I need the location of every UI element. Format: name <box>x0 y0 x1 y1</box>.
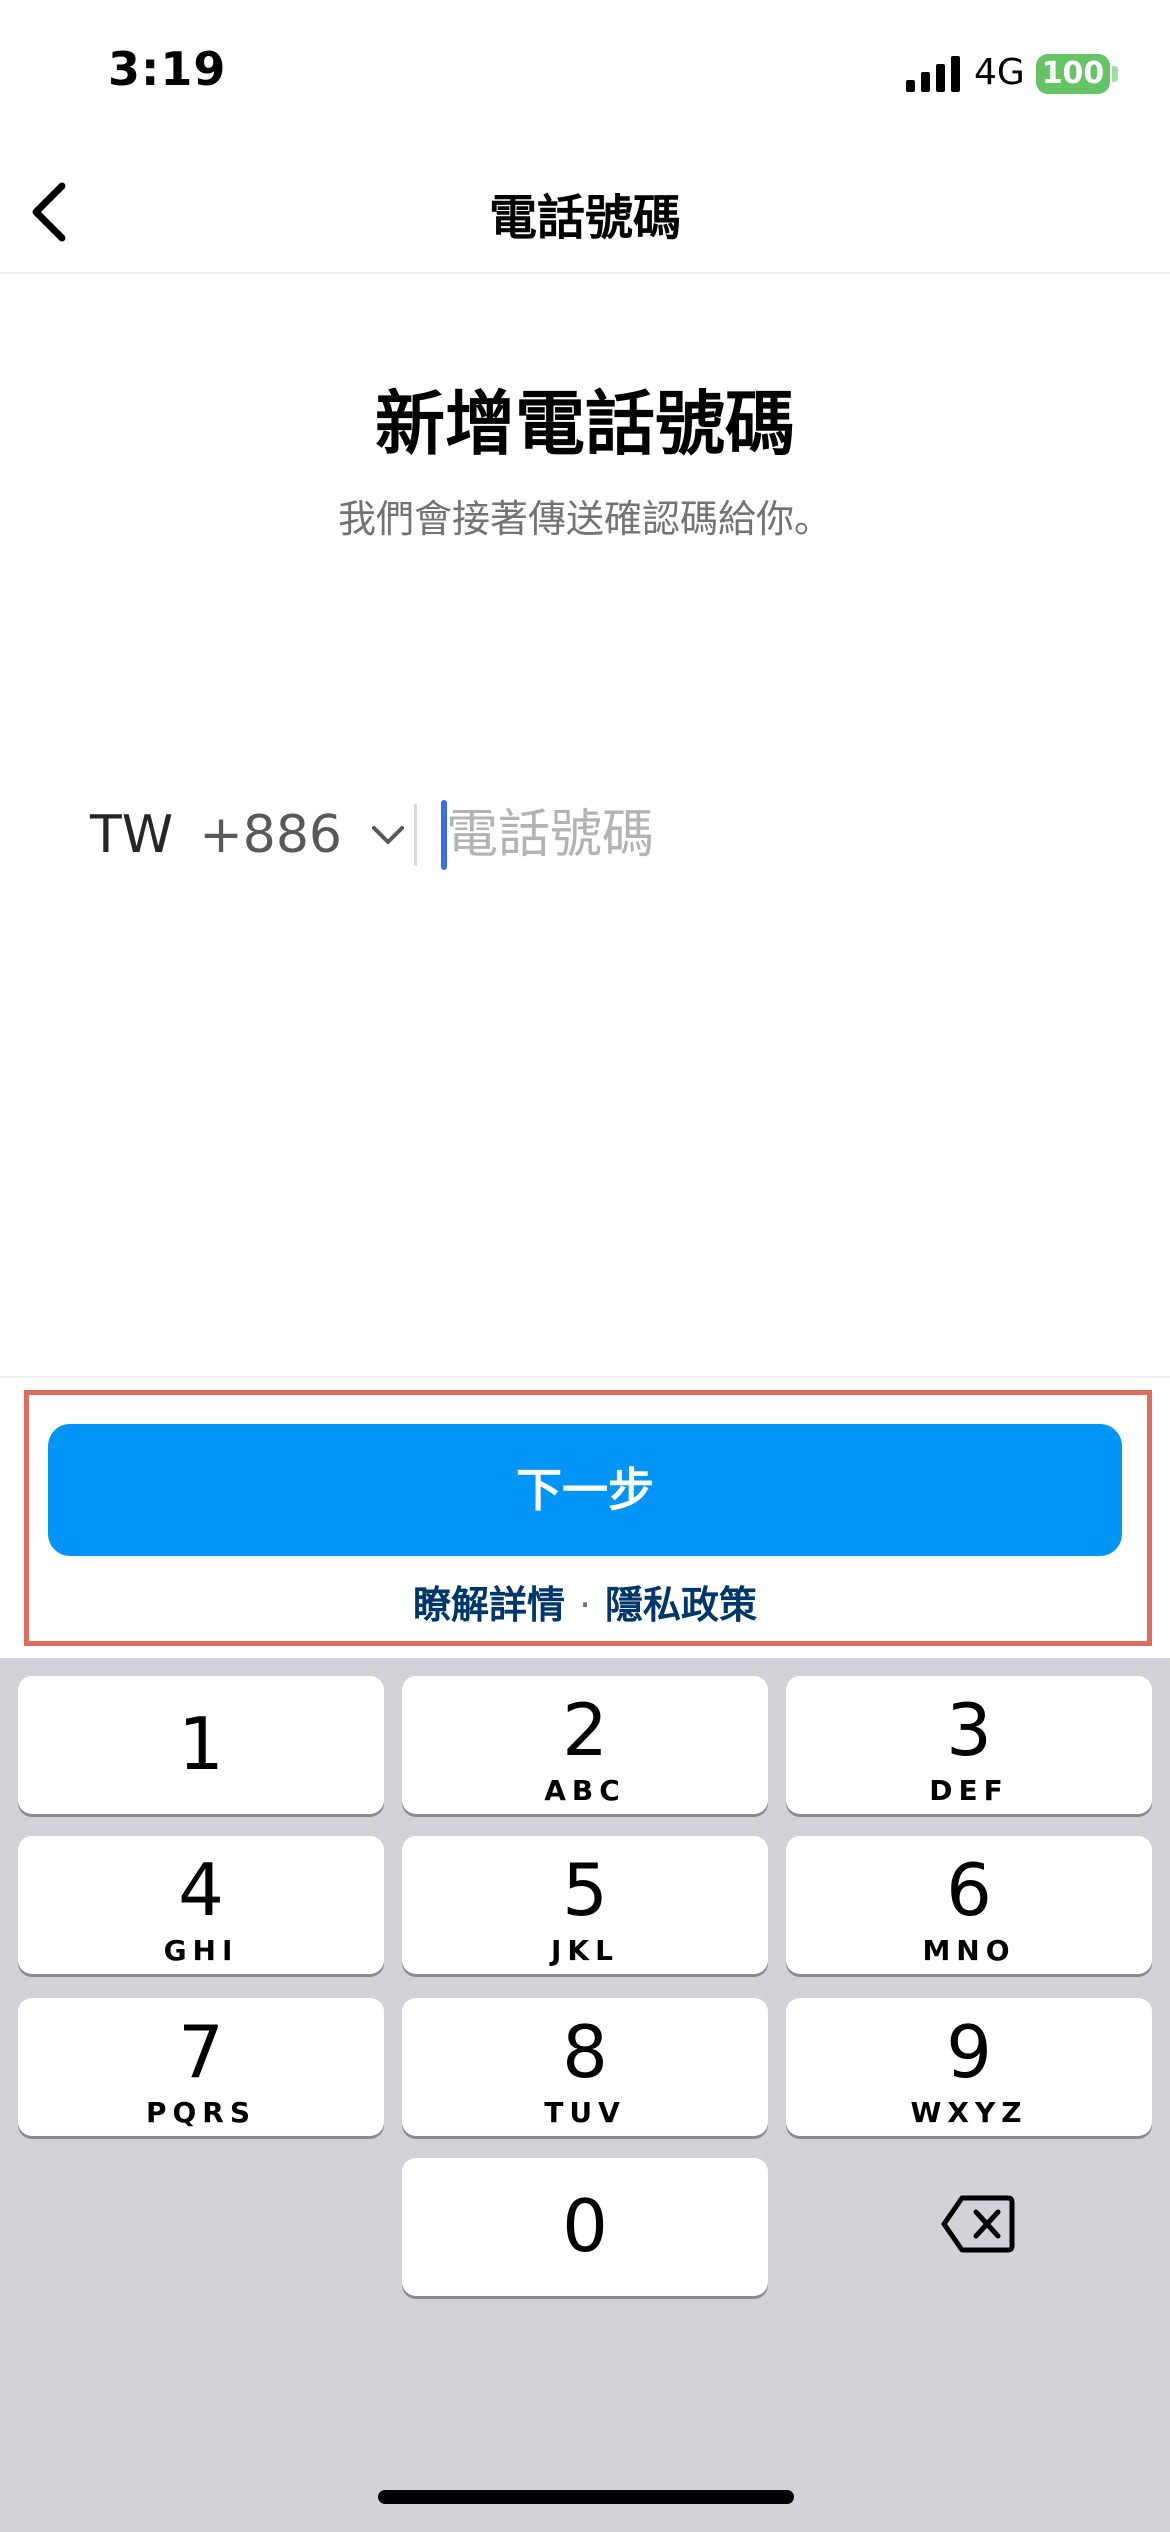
chevron-down-icon <box>372 826 405 844</box>
key-1[interactable]: 1 <box>18 1676 384 1814</box>
key-digit: 8 <box>562 2010 608 2094</box>
key-letters: ABC <box>544 1774 626 1807</box>
signal-icon <box>906 56 960 92</box>
page-heading: 新增電話號碼 <box>375 383 795 465</box>
footer-separator: · <box>578 1583 592 1627</box>
phone-number-input[interactable] <box>446 790 1066 880</box>
key-3[interactable]: 3 DEF <box>786 1676 1152 1814</box>
key-digit: 7 <box>178 2010 224 2094</box>
key-letters: MNO <box>922 1934 1016 1967</box>
key-letters: DEF <box>929 1774 1009 1807</box>
country-label: TW <box>90 805 174 865</box>
key-digit: 3 <box>946 1688 992 1772</box>
country-code: +886 <box>199 805 343 865</box>
key-digit: 9 <box>946 2010 992 2094</box>
learn-more-link[interactable]: 瞭解詳情 <box>413 1583 565 1627</box>
nav-title: 電話號碼 <box>488 190 681 246</box>
key-7[interactable]: 7 PQRS <box>18 1998 384 2136</box>
key-letters: PQRS <box>145 2096 257 2129</box>
key-letters: WXYZ <box>910 2096 1028 2129</box>
key-9[interactable]: 9 WXYZ <box>786 1998 1152 2136</box>
key-digit: 2 <box>562 1688 608 1772</box>
key-letters: GHI <box>163 1934 239 1967</box>
key-4[interactable]: 4 GHI <box>18 1836 384 1974</box>
key-letters: TUV <box>544 2096 626 2129</box>
battery-icon: 100 <box>1036 54 1110 94</box>
key-digit: 6 <box>946 1848 992 1932</box>
country-code-selector[interactable]: TW +886 <box>90 790 408 880</box>
nav-bar: 電話號碼 <box>0 150 1170 274</box>
status-time: 3:19 <box>108 42 227 96</box>
field-divider <box>414 804 417 866</box>
key-6[interactable]: 6 MNO <box>786 1836 1152 1974</box>
key-digit: 4 <box>178 1848 224 1932</box>
key-digit: 1 <box>178 1702 224 1786</box>
key-0[interactable]: 0 <box>402 2158 768 2296</box>
home-indicator <box>378 2490 794 2504</box>
action-divider <box>0 1376 1170 1378</box>
key-8[interactable]: 8 TUV <box>402 1998 768 2136</box>
key-digit: 5 <box>562 1848 608 1932</box>
key-5[interactable]: 5 JKL <box>402 1836 768 1974</box>
battery-cap <box>1112 66 1118 82</box>
key-2[interactable]: 2 ABC <box>402 1676 768 1814</box>
key-digit: 0 <box>562 2184 608 2268</box>
privacy-policy-link[interactable]: 隱私政策 <box>605 1583 757 1627</box>
backspace-icon[interactable] <box>940 2194 1016 2254</box>
next-button[interactable]: 下一步 <box>48 1424 1122 1556</box>
phone-number-row: TW +886 <box>90 790 1090 880</box>
screen: 3:19 4G 100 電話號碼 新增電話號碼 我們會接著傳送確認碼給你。 TW… <box>0 0 1170 2532</box>
footer-links: 瞭解詳情 · 隱私政策 <box>0 1574 1170 1629</box>
status-bar: 3:19 4G 100 <box>0 0 1170 150</box>
key-letters: JKL <box>551 1934 619 1967</box>
page-subtitle: 我們會接著傳送確認碼給你。 <box>337 497 832 541</box>
network-label: 4G <box>974 52 1025 93</box>
